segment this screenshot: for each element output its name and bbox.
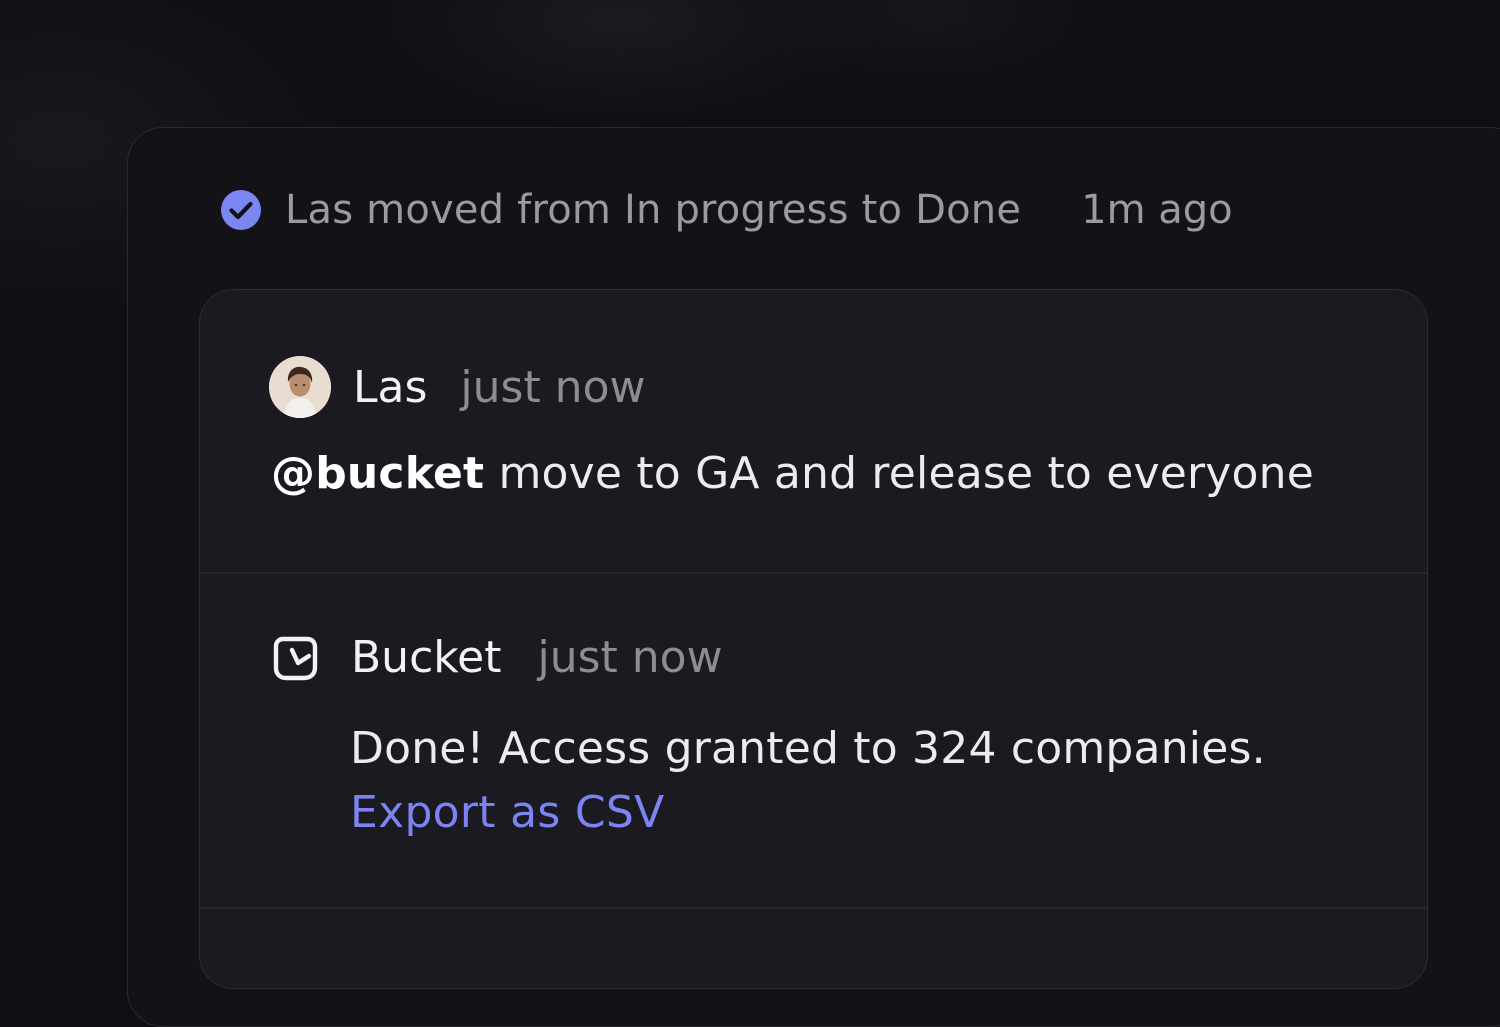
comment-time: just now [460, 361, 646, 413]
comment-time: just now [537, 632, 723, 683]
bucket-logo-icon [271, 634, 319, 682]
comment-body: @bucket move to GA and release to everyo… [271, 448, 1314, 499]
comment-text: move to GA and release to everyone [484, 448, 1315, 499]
comment-header: Bucket just now [271, 632, 723, 683]
comment-thread: Las just now @bucket move to GA and rele… [199, 289, 1428, 989]
activity-timestamp: 1m ago [1081, 187, 1233, 233]
comment-author[interactable]: Bucket [351, 632, 502, 683]
comment-author[interactable]: Las [353, 362, 427, 413]
activity-event: Las moved from In progress to Done 1m ag… [220, 185, 1233, 235]
mention[interactable]: @bucket [271, 448, 484, 499]
divider [200, 572, 1427, 574]
activity-description: Las moved from In progress to Done [285, 187, 1022, 233]
comment-header: Las just now [269, 356, 645, 418]
user-avatar[interactable] [269, 356, 331, 418]
check-circle-icon [220, 189, 262, 231]
export-csv-link[interactable]: Export as CSV [350, 787, 665, 838]
divider [200, 907, 1427, 909]
comment-body: Done! Access granted to 324 companies. [350, 723, 1266, 774]
